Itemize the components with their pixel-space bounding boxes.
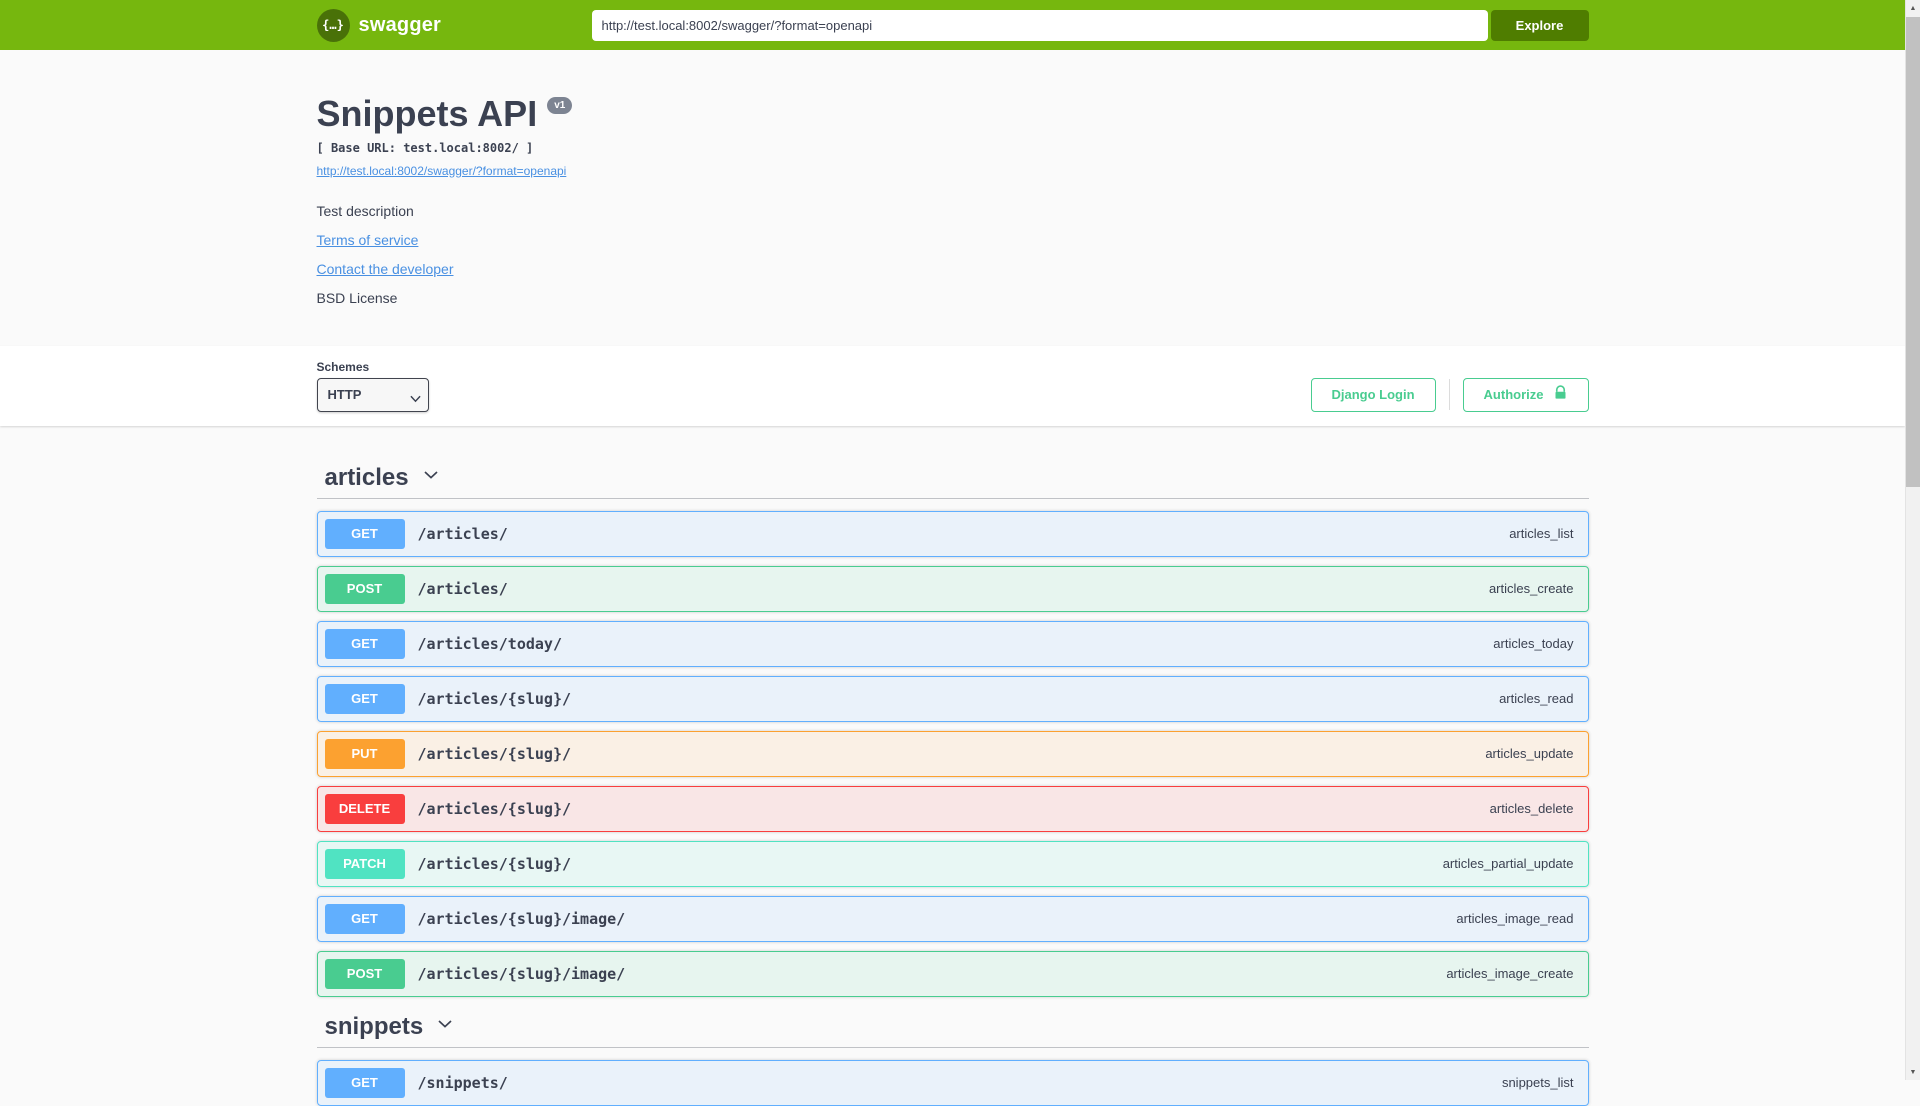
operation-id: articles_image_create bbox=[1446, 966, 1574, 982]
tag-title: articles bbox=[324, 463, 409, 491]
scheme-select[interactable]: HTTP bbox=[316, 377, 429, 412]
schemes-label: Schemes bbox=[316, 359, 370, 374]
operation-row[interactable]: DELETE /articles/{slug}/ articles_delete bbox=[316, 785, 1589, 832]
method-badge: PUT bbox=[324, 738, 405, 769]
contact-developer-link[interactable]: Contact the developer bbox=[317, 261, 454, 277]
swagger-logo-icon: {…} bbox=[316, 8, 350, 42]
operation-path: /articles/{slug}/ bbox=[417, 799, 572, 818]
scheme-container: Schemes HTTP Django Login Authorize bbox=[0, 345, 1905, 426]
operation-path: /articles/{slug}/image/ bbox=[417, 964, 626, 983]
operation-path: /articles/ bbox=[417, 579, 508, 598]
operation-id: articles_update bbox=[1485, 746, 1574, 762]
operation-row[interactable]: POST /articles/{slug}/image/ articles_im… bbox=[316, 950, 1589, 997]
page-title: Snippets API bbox=[316, 93, 538, 134]
spec-link[interactable]: http://test.local:8002/swagger/?format=o… bbox=[317, 164, 567, 178]
base-url: [ Base URL: test.local:8002/ ] bbox=[316, 140, 534, 155]
license-text: BSD License bbox=[316, 289, 398, 306]
api-info-section: Snippets API v1 [ Base URL: test.local:8… bbox=[0, 50, 1905, 346]
authorize-button[interactable]: Authorize bbox=[1462, 377, 1589, 412]
operation-path: /articles/today/ bbox=[417, 634, 563, 653]
tag-operations: GET /snippets/ snippets_list bbox=[316, 1059, 1589, 1106]
explore-button[interactable]: Explore bbox=[1490, 9, 1589, 41]
operation-id: articles_read bbox=[1499, 691, 1574, 707]
operation-row[interactable]: PUT /articles/{slug}/ articles_update bbox=[316, 730, 1589, 777]
schemes-group: Schemes HTTP bbox=[316, 359, 429, 412]
operation-row[interactable]: GET /snippets/ snippets_list bbox=[316, 1059, 1589, 1106]
operation-id: articles_image_read bbox=[1456, 911, 1574, 927]
method-badge: GET bbox=[324, 518, 405, 549]
swagger-page: {…} swagger Explore Snippets API v1 [ Ba… bbox=[0, 0, 1905, 1106]
terms-of-service-link[interactable]: Terms of service bbox=[317, 232, 419, 248]
auth-divider bbox=[1448, 379, 1450, 411]
operations-list: articles GET /articles/ articles_list PO… bbox=[316, 458, 1589, 1106]
spec-url-form: Explore bbox=[591, 9, 1589, 41]
swagger-brand: {…} swagger bbox=[316, 8, 442, 42]
tag-header[interactable]: snippets bbox=[316, 1007, 1589, 1048]
operation-path: /articles/{slug}/ bbox=[417, 689, 572, 708]
operation-id: articles_list bbox=[1509, 526, 1574, 542]
scrollbar-thumb[interactable] bbox=[1906, 17, 1920, 487]
tag-operations: GET /articles/ articles_list POST /artic… bbox=[316, 510, 1589, 997]
tag-header[interactable]: articles bbox=[316, 458, 1589, 499]
method-badge: POST bbox=[324, 573, 405, 604]
operation-row[interactable]: PATCH /articles/{slug}/ articles_partial… bbox=[316, 840, 1589, 887]
operation-path: /articles/ bbox=[417, 524, 508, 543]
lock-icon bbox=[1553, 385, 1568, 404]
operations-area: articles GET /articles/ articles_list PO… bbox=[0, 426, 1905, 1106]
operation-id: snippets_list bbox=[1501, 1075, 1574, 1091]
scrollbar[interactable]: ▲ ▼ bbox=[1905, 0, 1920, 1080]
method-badge: POST bbox=[324, 958, 405, 989]
operation-id: articles_create bbox=[1488, 581, 1574, 597]
operation-id: articles_delete bbox=[1489, 801, 1574, 817]
operation-path: /snippets/ bbox=[417, 1073, 508, 1092]
operation-row[interactable]: POST /articles/ articles_create bbox=[316, 565, 1589, 612]
tag-section: snippets GET /snippets/ snippets_list bbox=[316, 1007, 1589, 1106]
operation-row[interactable]: GET /articles/{slug}/ articles_read bbox=[316, 675, 1589, 722]
brand-title: swagger bbox=[358, 13, 442, 36]
method-badge: GET bbox=[324, 683, 405, 714]
django-login-button[interactable]: Django Login bbox=[1310, 377, 1436, 412]
version-badge: v1 bbox=[547, 97, 573, 114]
chevron-down-icon[interactable] bbox=[435, 1014, 455, 1039]
django-login-label: Django Login bbox=[1331, 387, 1415, 403]
auth-wrapper: Django Login Authorize bbox=[1310, 377, 1589, 412]
operation-id: articles_today bbox=[1493, 636, 1574, 652]
chevron-down-icon[interactable] bbox=[421, 465, 441, 490]
tag-section: articles GET /articles/ articles_list PO… bbox=[316, 458, 1589, 997]
operation-id: articles_partial_update bbox=[1442, 856, 1574, 872]
api-description: Test description bbox=[316, 202, 414, 219]
topbar: {…} swagger Explore bbox=[0, 0, 1905, 50]
method-badge: DELETE bbox=[324, 793, 405, 824]
scroll-down-arrow[interactable]: ▼ bbox=[1906, 1064, 1920, 1080]
operation-path: /articles/{slug}/ bbox=[417, 854, 572, 873]
method-badge: PATCH bbox=[324, 848, 405, 879]
operation-path: /articles/{slug}/ bbox=[417, 744, 572, 763]
method-badge: GET bbox=[324, 903, 405, 934]
operation-row[interactable]: GET /articles/ articles_list bbox=[316, 510, 1589, 557]
operation-path: /articles/{slug}/image/ bbox=[417, 909, 626, 928]
method-badge: GET bbox=[324, 1067, 405, 1098]
method-badge: GET bbox=[324, 628, 405, 659]
scroll-up-arrow[interactable]: ▲ bbox=[1906, 0, 1920, 16]
authorize-label: Authorize bbox=[1483, 387, 1544, 403]
operation-row[interactable]: GET /articles/{slug}/image/ articles_ima… bbox=[316, 895, 1589, 942]
operation-row[interactable]: GET /articles/today/ articles_today bbox=[316, 620, 1589, 667]
tag-title: snippets bbox=[324, 1012, 424, 1040]
spec-url-input[interactable] bbox=[591, 9, 1488, 41]
